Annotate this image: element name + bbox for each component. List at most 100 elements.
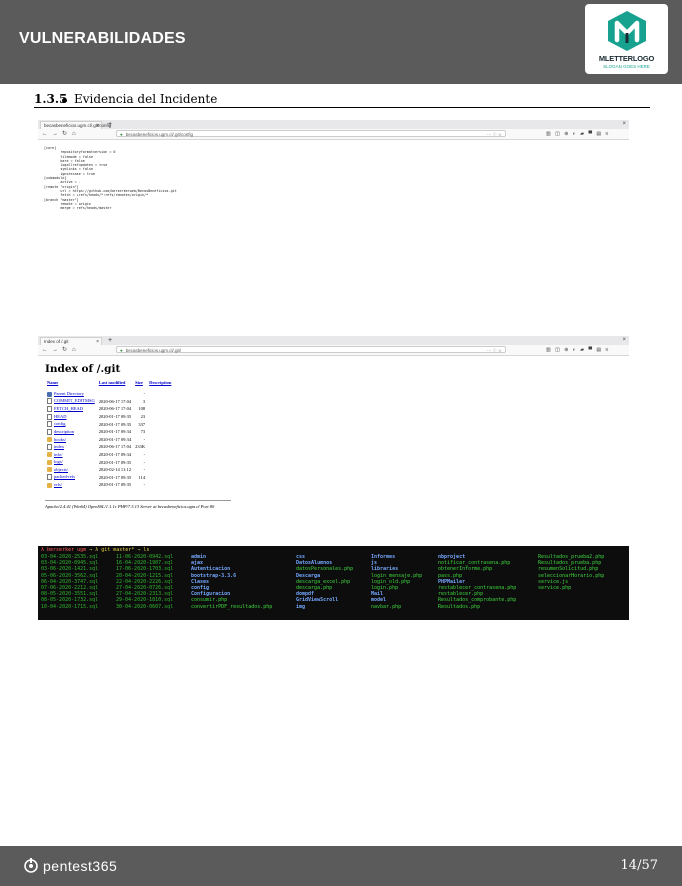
entry-link[interactable]: description: [45, 428, 97, 436]
terminal-column: admin ajax Autenticacion bootstrap-3.3.6 Cla…: [191, 554, 272, 610]
home-icon[interactable]: ⌂: [72, 346, 76, 354]
back-icon[interactable]: ←: [42, 346, 48, 354]
entry-description: [147, 428, 173, 436]
file-entry: datosPersonales.php: [296, 566, 354, 573]
terminal-prompt: λ berserker ugm → λ git master* → ls: [41, 547, 149, 553]
entry-link[interactable]: index: [45, 443, 97, 451]
entry-link[interactable]: Parent Directory: [45, 390, 97, 398]
file-entry: login_mensaje.php: [371, 572, 423, 579]
folder-icon: [47, 452, 52, 458]
server-signature: Apache/2.4.41 (Win64) OpenSSL/1.1.1c PHP…: [45, 504, 215, 509]
entry-link[interactable]: logs/: [45, 458, 97, 466]
entry-name: refs/: [54, 482, 62, 488]
entry-size: 3: [142, 398, 146, 404]
lock-icon: ●: [120, 132, 123, 137]
file-entry: resumenSolicitud.php: [538, 566, 599, 573]
folder-icon: [47, 482, 52, 488]
prompt-user: λ berserker ugm: [41, 547, 87, 553]
window-close-icon[interactable]: ×: [622, 120, 626, 129]
entry-name: info/: [54, 451, 63, 457]
table-row: info/2020-01-17 09:34 -: [45, 451, 173, 459]
entry-date: 2020-01-17 09:35: [98, 459, 132, 465]
entry-link[interactable]: objects/: [45, 466, 97, 474]
logo-brand: MLETTERLOGO: [598, 54, 655, 63]
new-tab-icon[interactable]: +: [108, 120, 112, 129]
sql-file: 30-04-2020-0607.sql: [116, 603, 174, 610]
entry-link[interactable]: config: [45, 420, 97, 428]
entry-description: [147, 405, 173, 413]
entry-link[interactable]: COMMIT_EDITMSG: [45, 398, 97, 406]
column-header[interactable]: Name: [45, 380, 97, 390]
reload-icon[interactable]: ↻: [62, 346, 67, 354]
page-actions-icon[interactable]: ··· ♡ ☆: [487, 347, 502, 354]
entry-date: [97, 390, 133, 398]
file-entry: convertirPDF_resultados.php: [191, 603, 273, 610]
entry-link[interactable]: FETCH_HEAD: [45, 405, 97, 413]
table-row: FETCH_HEAD 2020-06-17 17:04 108: [45, 405, 173, 413]
back-icon[interactable]: ←: [42, 130, 48, 138]
config-line: merge = refs/heads/master: [44, 206, 112, 211]
window-close-icon[interactable]: ×: [622, 336, 626, 345]
entry-size: -: [143, 459, 146, 465]
forward-icon[interactable]: →: [52, 130, 58, 138]
terminal-window: λ berserker ugm → λ git master* → ls 03-…: [38, 546, 629, 620]
back-icon: [47, 391, 52, 397]
company-logo: MLETTERLOGO SLOGAN GOES HERE: [585, 4, 668, 74]
entry-name: FETCH_HEAD: [54, 406, 83, 412]
tab-label: becasbeneficios.ugm.cl/.git/config: [44, 123, 112, 128]
sql-file: 29-04-2020-1810.sql: [116, 597, 174, 604]
entry-name: HEAD: [54, 413, 67, 419]
url-bar[interactable]: ● becasbeneficios.ugm.cl/.git/ ··· ♡ ☆: [116, 346, 506, 353]
page-number: 14/57: [620, 858, 658, 873]
column-header[interactable]: Size: [133, 380, 147, 390]
reload-icon[interactable]: ↻: [62, 130, 67, 138]
entry-size: -: [143, 391, 146, 397]
file-icon: [47, 474, 52, 481]
index-table: Name Last modified Size Description Parent …: [45, 380, 173, 489]
browser-navbar: ← → ↻ ⌂ ● becasbeneficios.ugm.cl/.git/con…: [38, 129, 629, 140]
entry-link[interactable]: HEAD: [45, 413, 97, 421]
toolbar-icons[interactable]: ▥ ◫ ⊕ ◐ ▰ ▀ ▤ ≡: [546, 346, 610, 354]
page-actions-icon[interactable]: ··· ♡ ☆: [487, 131, 502, 138]
column-header[interactable]: Description: [147, 380, 173, 390]
table-row: index 2020-06-17 17:04 233K: [45, 443, 173, 451]
url-text: becasbeneficios.ugm.cl/.git/: [125, 348, 181, 353]
browser-tab[interactable]: becasbeneficios.ugm.cl/.git/config ×: [40, 121, 111, 129]
lock-icon: ●: [120, 348, 123, 353]
header-bar: VULNERABILIDADES MLETTERLOGO SLOGAN GOES…: [0, 0, 682, 84]
header-title: VULNERABILIDADES: [19, 30, 186, 47]
entry-description: [147, 481, 173, 489]
entry-date: 2020-01-17 09:35: [98, 474, 132, 480]
browser-tab[interactable]: Index of /.git ×: [40, 337, 102, 345]
entry-size: -: [143, 482, 146, 488]
footer-brand: pentest365: [23, 858, 117, 874]
table-row: description 2020-01-17 09:34 73: [45, 428, 173, 436]
forward-icon[interactable]: →: [52, 346, 58, 354]
table-row: HEAD 2020-01-17 09:35 23: [45, 413, 173, 421]
table-row: objects/2020-02-14 11:12 -: [45, 466, 173, 474]
screenshot-git-config: becasbeneficios.ugm.cl/.git/config × + ×…: [38, 120, 629, 230]
terminal-column: nbproject notificar_contrasena.php obtener…: [438, 554, 516, 610]
entry-link[interactable]: refs/: [45, 481, 97, 489]
entry-size: 233K: [135, 444, 146, 450]
file-entry: Resultados.php: [438, 603, 481, 610]
column-header[interactable]: Last modified: [97, 380, 133, 390]
home-icon[interactable]: ⌂: [72, 130, 76, 138]
entry-name: hooks/: [54, 436, 67, 442]
index-bottom-rule: [45, 500, 231, 501]
entry-date: 2020-02-14 11:12: [98, 467, 131, 473]
terminal-column: Resultados_prueba2.php Resultados_prueba.…: [538, 554, 604, 591]
entry-size: -: [143, 467, 146, 473]
entry-date: 2020-01-17 09:35: [98, 421, 132, 427]
file-entry: Resultados_comprobante.php: [438, 597, 517, 604]
entry-description: [147, 474, 173, 482]
entry-size: 73: [140, 429, 146, 435]
toolbar-icons[interactable]: ▥ ◫ ⊕ ◐ ▰ ▀ ▤ ≡: [546, 130, 610, 138]
entry-link[interactable]: info/: [45, 451, 97, 459]
new-tab-icon[interactable]: +: [108, 336, 112, 345]
entry-link[interactable]: hooks/: [45, 436, 97, 444]
url-bar[interactable]: ● becasbeneficios.ugm.cl/.git/config ··· …: [116, 130, 506, 137]
entry-description: [147, 398, 173, 406]
entry-link[interactable]: packed-refs: [45, 474, 97, 482]
sql-file: 03-06-2020-1421.sql: [41, 566, 99, 573]
